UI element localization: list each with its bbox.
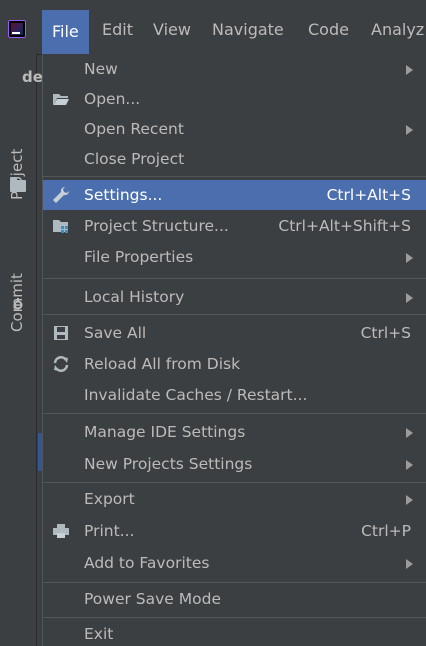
submenu-arrow-icon <box>406 495 413 505</box>
menu-item-label: Close Project <box>84 150 185 168</box>
menu-item-label: Add to Favorites <box>84 554 210 572</box>
menu-view[interactable]: View <box>153 18 191 42</box>
project-name-partial: de <box>22 68 43 86</box>
menu-separator <box>43 278 426 279</box>
save-icon <box>54 326 68 340</box>
file-menu-dropdown: New Open... Open Recent Close Project Se… <box>42 54 426 646</box>
menu-item-project-structure[interactable]: Project Structure... Ctrl+Alt+Shift+S <box>43 211 426 241</box>
submenu-arrow-icon <box>406 460 413 470</box>
commit-tool-tab[interactable]: Commit <box>8 222 30 332</box>
ide-window: File Edit View Navigate Code Analyz Proj… <box>0 0 426 646</box>
menu-item-label: Power Save Mode <box>84 590 221 608</box>
menu-item-label: Print... <box>84 522 135 540</box>
menu-item-shortcut: Ctrl+Alt+S <box>326 186 411 204</box>
menu-item-label: Manage IDE Settings <box>84 423 246 441</box>
menu-item-file-properties[interactable]: File Properties <box>43 242 426 272</box>
printer-icon <box>53 524 69 538</box>
folder-open-icon <box>53 94 69 105</box>
menu-separator <box>43 176 426 177</box>
submenu-arrow-icon <box>406 253 413 263</box>
menu-item-label: Settings... <box>84 186 163 204</box>
menu-item-label: File Properties <box>84 248 194 266</box>
menu-view-label: View <box>153 20 191 39</box>
menu-item-label: New <box>84 60 118 78</box>
menu-item-shortcut: Ctrl+P <box>361 522 411 540</box>
submenu-arrow-icon <box>406 428 413 438</box>
menu-navigate-label: Navigate <box>212 20 284 39</box>
menu-item-label: Open... <box>84 90 141 108</box>
menu-separator <box>43 314 426 315</box>
left-tool-strip: Project Commit <box>0 54 37 646</box>
menu-item-label: Save All <box>84 324 147 342</box>
menu-analyze-label: Analyz <box>371 20 425 39</box>
submenu-arrow-icon <box>406 293 413 303</box>
menu-code[interactable]: Code <box>308 18 349 42</box>
reload-icon <box>53 356 69 372</box>
menu-item-reload-all[interactable]: Reload All from Disk <box>43 349 426 379</box>
menu-item-shortcut: Ctrl+S <box>360 324 411 342</box>
menu-item-manage-ide-settings[interactable]: Manage IDE Settings <box>43 417 426 447</box>
menu-edit-label: Edit <box>102 20 133 39</box>
menu-item-add-to-favorites[interactable]: Add to Favorites <box>43 548 426 578</box>
menu-item-label: Reload All from Disk <box>84 355 241 373</box>
menu-item-label: Project Structure... <box>84 217 229 235</box>
menu-item-settings[interactable]: Settings... Ctrl+Alt+S <box>43 180 426 210</box>
menu-code-label: Code <box>308 20 349 39</box>
menu-item-label: Invalidate Caches / Restart... <box>84 386 308 404</box>
menu-item-open-recent[interactable]: Open Recent <box>43 114 426 144</box>
menu-item-shortcut: Ctrl+Alt+Shift+S <box>278 217 411 235</box>
menu-item-open[interactable]: Open... <box>43 84 426 114</box>
menu-item-new-projects-settings[interactable]: New Projects Settings <box>43 449 426 479</box>
intellij-logo-icon[interactable] <box>8 20 26 38</box>
menu-item-power-save-mode[interactable]: Power Save Mode <box>43 584 426 614</box>
menu-file-label: File <box>52 22 79 41</box>
menu-edit[interactable]: Edit <box>102 18 133 42</box>
submenu-arrow-icon <box>406 125 413 135</box>
menu-item-label: Exit <box>84 625 114 643</box>
menu-separator <box>43 413 426 414</box>
menu-item-close-project[interactable]: Close Project <box>43 144 426 174</box>
menu-item-invalidate-caches[interactable]: Invalidate Caches / Restart... <box>43 380 426 410</box>
submenu-arrow-icon <box>406 559 413 569</box>
menu-separator <box>43 582 426 583</box>
project-structure-icon <box>53 220 68 233</box>
wrench-icon <box>53 186 70 203</box>
menu-item-save-all[interactable]: Save All Ctrl+S <box>43 318 426 348</box>
commit-icon[interactable] <box>11 298 25 312</box>
menu-file[interactable]: File <box>42 10 89 54</box>
menu-item-export[interactable]: Export <box>43 484 426 514</box>
menu-item-exit[interactable]: Exit <box>43 619 426 646</box>
menu-item-label: Export <box>84 490 135 508</box>
menu-navigate[interactable]: Navigate <box>212 18 284 42</box>
submenu-arrow-icon <box>406 65 413 75</box>
menu-item-local-history[interactable]: Local History <box>43 282 426 312</box>
menu-item-print[interactable]: Print... Ctrl+P <box>43 516 426 546</box>
menu-item-new[interactable]: New <box>43 54 426 84</box>
folder-icon[interactable] <box>10 177 26 192</box>
menu-separator <box>43 482 426 483</box>
menu-bar: File Edit View Navigate Code Analyz <box>0 0 426 55</box>
menu-item-label: New Projects Settings <box>84 455 253 473</box>
menu-item-label: Local History <box>84 288 185 306</box>
menu-item-label: Open Recent <box>84 120 184 138</box>
menu-analyze[interactable]: Analyz <box>371 18 424 42</box>
menu-separator <box>43 617 426 618</box>
